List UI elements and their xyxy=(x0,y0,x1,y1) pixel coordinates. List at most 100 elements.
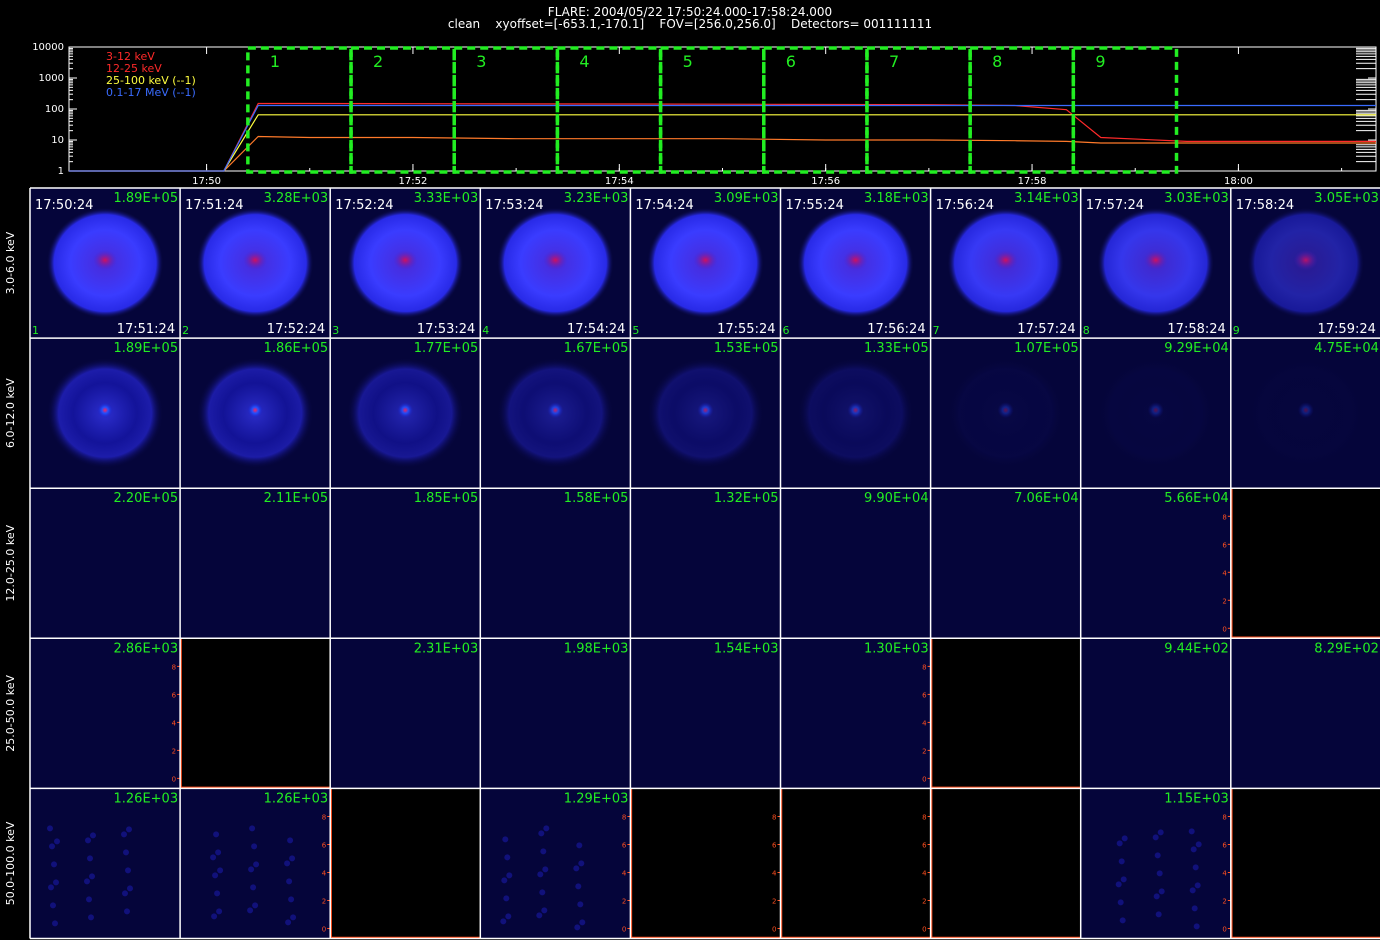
noise-blob xyxy=(1192,864,1199,871)
image-panel xyxy=(30,488,181,639)
panel-max-value: 1.77E+05 xyxy=(414,341,479,356)
noise-blob xyxy=(1155,911,1162,918)
panel-start-time: 17:53:24 xyxy=(485,198,543,213)
image-panel xyxy=(480,338,631,489)
noise-blob xyxy=(250,884,257,891)
noise-blob xyxy=(1116,840,1123,847)
panel-end-time: 17:51:24 xyxy=(117,322,175,337)
interval-label: 5 xyxy=(683,52,693,71)
panel-start-time: 17:56:24 xyxy=(936,198,994,213)
panel-max-value: 9.90E+04 xyxy=(864,491,929,506)
interval-label: 9 xyxy=(1095,52,1105,71)
noise-blob xyxy=(210,854,217,861)
noise-blob xyxy=(49,843,55,850)
image-panel xyxy=(780,638,931,789)
source-core xyxy=(93,250,118,271)
empty-tick-label: 6 xyxy=(322,842,327,850)
source-core xyxy=(393,250,418,271)
image-panel xyxy=(330,638,481,789)
noise-blob xyxy=(247,907,254,914)
image-panel xyxy=(630,638,781,789)
panel-max-value: 2.86E+03 xyxy=(114,641,179,656)
image-panel xyxy=(1230,488,1380,639)
panel-end-time: 17:55:24 xyxy=(717,322,775,337)
image-panel xyxy=(180,638,331,789)
noise-blob xyxy=(48,884,54,891)
x-tick-label: 17:58 xyxy=(1018,176,1047,186)
panel-start-time: 17:58:24 xyxy=(1236,198,1294,213)
empty-tick-label: 8 xyxy=(922,663,926,671)
panel-max-value: 3.03E+03 xyxy=(1164,191,1229,206)
noise-blob xyxy=(124,908,130,915)
empty-tick-label: 0 xyxy=(322,926,326,934)
noise-blob xyxy=(537,871,544,878)
source-core xyxy=(1143,250,1168,271)
panel-number: 4 xyxy=(482,324,489,337)
empty-tick-label: 0 xyxy=(1222,625,1226,633)
source-disk xyxy=(797,358,914,469)
noise-blob xyxy=(123,849,129,856)
panel-end-time: 17:53:24 xyxy=(417,322,475,337)
noise-blob xyxy=(215,849,222,856)
noise-blob xyxy=(503,895,510,902)
noise-blob xyxy=(125,867,131,874)
empty-tick-label: 0 xyxy=(1222,926,1226,934)
interval-label: 8 xyxy=(992,52,1002,71)
image-panel xyxy=(1080,638,1231,789)
interval-box xyxy=(246,46,353,174)
noise-blob xyxy=(1156,870,1163,877)
interval-box xyxy=(452,46,560,174)
noise-blob xyxy=(51,861,57,868)
empty-tick-label: 8 xyxy=(772,814,776,822)
panel-max-value: 1.53E+05 xyxy=(714,341,779,356)
noise-blob xyxy=(214,890,221,897)
interval-label: 3 xyxy=(476,52,486,71)
noise-blob xyxy=(248,866,255,873)
image-panel xyxy=(930,488,1081,639)
noise-blob xyxy=(1118,858,1125,865)
image-panel xyxy=(1080,188,1231,339)
empty-tick-label: 2 xyxy=(172,747,176,755)
noise-blob xyxy=(538,830,545,837)
panel-start-time: 17:51:24 xyxy=(185,198,243,213)
source-disk xyxy=(197,208,314,319)
noise-blob xyxy=(212,872,219,879)
panel-max-value: 4.75E+04 xyxy=(1314,341,1379,356)
noise-blob xyxy=(539,889,546,896)
image-panel xyxy=(780,338,931,489)
noise-blob xyxy=(506,872,513,879)
series-line xyxy=(69,102,1376,172)
empty-tick-label: 2 xyxy=(922,747,926,755)
empty-tick-label: 6 xyxy=(922,842,927,850)
noise-blob xyxy=(288,896,295,903)
panel-max-value: 1.15E+03 xyxy=(1164,791,1229,806)
empty-tick-label: 0 xyxy=(772,926,776,934)
empty-tick-label: 6 xyxy=(922,691,927,699)
noise-blob xyxy=(126,826,132,833)
noise-blob xyxy=(501,877,508,884)
empty-tick-label: 2 xyxy=(772,898,776,906)
image-panel xyxy=(1080,338,1231,489)
noise-blob xyxy=(504,854,511,861)
source-core xyxy=(97,402,114,419)
panel-max-value: 1.30E+03 xyxy=(864,641,929,656)
source-core xyxy=(1297,402,1314,419)
interval-box xyxy=(762,46,869,174)
panel-max-value: 2.31E+03 xyxy=(414,641,479,656)
panel-number: 6 xyxy=(783,324,790,337)
energy-band-label: 50.0-100.0 keV xyxy=(4,821,17,905)
panel-end-time: 17:54:24 xyxy=(567,322,625,337)
noise-blob xyxy=(1121,835,1128,842)
noise-blob xyxy=(577,901,584,908)
noise-blob xyxy=(576,842,583,849)
empty-tick-label: 2 xyxy=(922,898,926,906)
legend-entry: 0.1-17 MeV (--1) xyxy=(106,86,196,99)
source-disk xyxy=(947,358,1064,469)
image-panel xyxy=(330,188,481,339)
source-core xyxy=(397,402,414,419)
empty-tick-label: 8 xyxy=(622,814,626,822)
image-panel xyxy=(1230,638,1380,789)
panel-max-value: 1.85E+05 xyxy=(414,491,479,506)
interval-box xyxy=(968,46,1076,174)
panel-max-value: 5.66E+04 xyxy=(1164,491,1229,506)
